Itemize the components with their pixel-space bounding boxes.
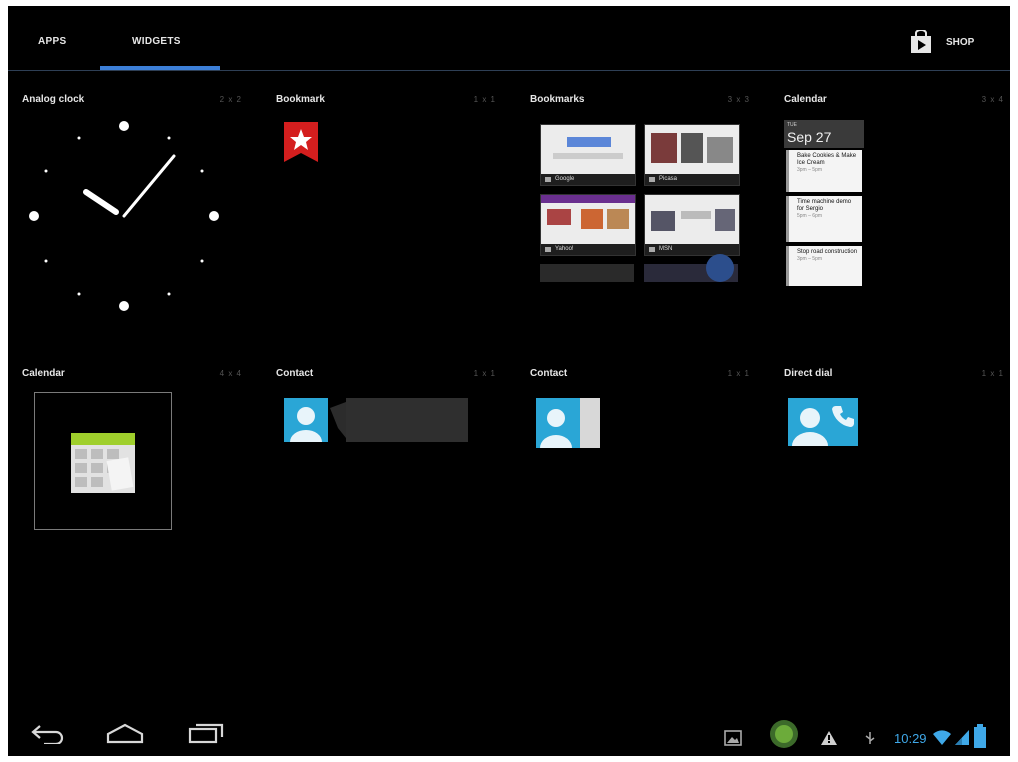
recent-apps-icon[interactable]	[188, 722, 224, 744]
bookmark-thumb-caption: Google	[541, 174, 635, 185]
calendar-icon	[71, 433, 135, 493]
home-icon[interactable]	[106, 722, 144, 744]
widget-bookmark[interactable]: Bookmark 1 x 1	[270, 94, 510, 354]
widget-direct-dial[interactable]: Direct dial 1 x 1	[778, 368, 1010, 628]
bookmark-thumb: MSN	[644, 194, 740, 256]
shop-button[interactable]: SHOP	[910, 30, 1000, 56]
widget-size: 1 x 1	[473, 95, 496, 104]
top-tab-bar: APPS WIDGETS SHOP	[8, 6, 1010, 72]
status-clock[interactable]: 10:29	[894, 731, 927, 746]
wifi-icon[interactable]	[932, 728, 952, 746]
back-icon[interactable]	[30, 722, 66, 744]
calendar-event-time: 3pm – 5pm	[797, 167, 823, 173]
calendar-event: Stop road construction 3pm – 5pm	[786, 246, 862, 286]
bookmark-thumb: Google	[540, 124, 636, 186]
widget-analog-clock[interactable]: Analog clock 2 x 2	[16, 94, 256, 354]
tab-apps[interactable]: APPS	[38, 36, 66, 47]
widget-title: Direct dial	[784, 368, 833, 379]
widget-size: 2 x 2	[219, 95, 242, 104]
signal-strength-icon[interactable]	[954, 728, 970, 746]
calendar-event-title: Bake Cookies & Make Ice Cream	[797, 153, 857, 166]
calendar-event-time: 3pm – 5pm	[797, 256, 823, 262]
gallery-notification-icon[interactable]	[724, 730, 742, 746]
widget-title: Bookmark	[276, 94, 325, 105]
calendar-event-title: Time machine demo for Sergio	[797, 199, 852, 212]
calendar-agenda-preview: TUE Sep 27 Bake Cookies & Make Ice Cream…	[784, 120, 864, 290]
screen: APPS WIDGETS SHOP Analog clock 2 x 2 Boo…	[8, 6, 1010, 756]
calendar-month-preview	[34, 392, 172, 530]
bookmark-star-icon	[284, 122, 318, 162]
calendar-event-title: Stop road construction	[797, 249, 858, 255]
widget-size: 4 x 4	[219, 369, 242, 378]
play-store-bag-icon	[911, 30, 931, 53]
calendar-date: Sep 27	[787, 129, 832, 145]
battery-icon[interactable]	[974, 724, 986, 748]
widget-size: 1 x 1	[473, 369, 496, 378]
contact-avatar-icon	[536, 398, 580, 448]
widget-title: Bookmarks	[530, 94, 585, 105]
widget-size: 3 x 4	[981, 95, 1004, 104]
topbar-divider	[8, 70, 1010, 71]
usb-icon[interactable]	[864, 731, 876, 745]
widget-title: Contact	[530, 368, 568, 379]
shop-label: SHOP	[946, 37, 975, 48]
contact-avatar-icon	[284, 398, 328, 442]
system-nav-bar: 10:29	[8, 706, 1010, 756]
bookmark-thumb-caption: MSN	[645, 244, 739, 255]
widget-contact[interactable]: Contact 1 x 1	[524, 368, 764, 628]
analog-clock-preview	[29, 121, 219, 311]
tab-widgets[interactable]: WIDGETS	[132, 36, 181, 47]
contact-quickbadge-bubble	[330, 398, 468, 442]
widget-title: Calendar	[22, 368, 65, 379]
direct-dial-phone-icon	[788, 398, 858, 446]
bookmark-thumb-caption: Picasa	[645, 174, 739, 185]
widget-bookmarks[interactable]: Bookmarks 3 x 3 Google Picasa Yahoo! MSN	[524, 94, 764, 354]
widget-calendar-month[interactable]: Calendar 4 x 4	[16, 368, 256, 628]
calendar-event-time: 5pm – 6pm	[797, 213, 823, 219]
bookmark-thumb: Picasa	[644, 124, 740, 186]
widget-calendar-agenda[interactable]: Calendar 3 x 4 TUE Sep 27 Bake Cookies &…	[778, 94, 1010, 354]
widget-title: Contact	[276, 368, 314, 379]
bookmark-thumb-caption: Yahoo!	[541, 244, 635, 255]
android-market-notification-icon[interactable]	[768, 718, 800, 750]
bookmarks-grid-preview: Google Picasa Yahoo! MSN	[540, 124, 740, 288]
calendar-event: Bake Cookies & Make Ice Cream 3pm – 5pm	[786, 150, 862, 192]
widget-contact[interactable]: Contact 1 x 1	[270, 368, 510, 628]
calendar-agenda-header: TUE Sep 27	[784, 120, 864, 148]
contact-card-edge	[580, 398, 600, 448]
widget-title: Calendar	[784, 94, 827, 105]
bookmark-thumb: Yahoo!	[540, 194, 636, 256]
calendar-event: Time machine demo for Sergio 5pm – 6pm	[786, 196, 862, 242]
widget-size: 3 x 3	[727, 95, 750, 104]
calendar-day: TUE	[787, 122, 797, 128]
widget-size: 1 x 1	[981, 369, 1004, 378]
warning-icon[interactable]	[820, 730, 838, 746]
widget-size: 1 x 1	[727, 369, 750, 378]
widget-title: Analog clock	[22, 94, 85, 105]
